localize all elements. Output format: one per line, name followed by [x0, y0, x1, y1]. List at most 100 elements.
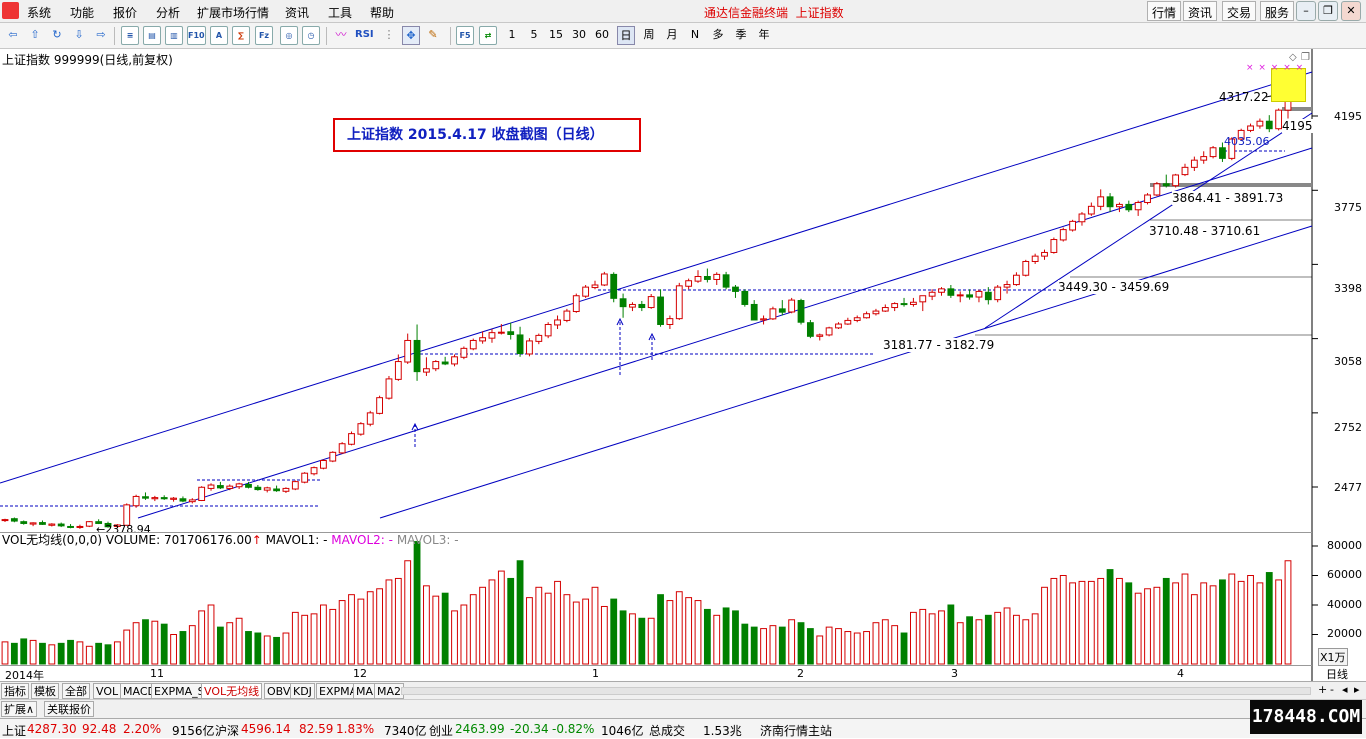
finance-icon[interactable]: A	[210, 26, 228, 45]
fund-icon[interactable]: ▤	[143, 26, 161, 45]
window-icon[interactable]: ❐	[1301, 52, 1310, 63]
rsi-button[interactable]: RSI	[355, 26, 374, 45]
volume-bar	[76, 641, 84, 665]
zoom-out-icon[interactable]: -	[1330, 683, 1334, 696]
period-60min[interactable]: 60	[593, 26, 611, 45]
volume-bar	[891, 625, 899, 665]
market-button[interactable]: 行情	[1147, 1, 1182, 21]
candle-body	[900, 303, 908, 306]
volume-bar	[750, 626, 758, 665]
candle-body	[151, 497, 159, 500]
candle-body	[610, 273, 618, 299]
stock-a-icon[interactable]: F10	[187, 26, 206, 45]
prev-stock-icon[interactable]: ⇩	[70, 26, 88, 45]
kline-chart[interactable]	[0, 49, 1366, 681]
trade-button[interactable]: 交易	[1222, 1, 1257, 21]
tab-related-quotes[interactable]: 关联报价	[44, 701, 94, 717]
tab-expma-s[interactable]: EXPMA_S	[151, 683, 208, 699]
period-week[interactable]: 周	[640, 26, 658, 45]
candle-body	[891, 303, 899, 309]
menu-help[interactable]: 帮助	[370, 4, 394, 21]
pencil-icon[interactable]: ✎	[424, 26, 442, 45]
scroll-right-icon[interactable]: ▸	[1354, 683, 1360, 696]
candle-body	[938, 288, 945, 293]
candle-body	[469, 339, 477, 350]
menu-quote[interactable]: 报价	[113, 4, 137, 21]
menu-system[interactable]: 系统	[27, 4, 51, 21]
cross-icon[interactable]: ⋮	[380, 26, 398, 45]
volume-bar	[816, 635, 824, 665]
period-month[interactable]: 月	[663, 26, 681, 45]
cy-pct: -0.82%	[552, 722, 595, 736]
volume-bar	[582, 598, 590, 665]
tab-ma2[interactable]: MA2	[374, 683, 405, 699]
volume-bar	[123, 629, 131, 665]
circle-icon[interactable]: ◎	[280, 26, 298, 45]
fz-icon[interactable]: Fz	[255, 26, 273, 45]
diamond-icon[interactable]: ◇	[1289, 52, 1297, 63]
menu-function[interactable]: 功能	[70, 4, 94, 21]
f5-button[interactable]: F5	[456, 26, 474, 45]
tab-extend[interactable]: 扩展∧	[1, 701, 38, 717]
refresh-icon[interactable]: ↻	[48, 26, 66, 45]
menu-analysis[interactable]: 分析	[156, 4, 180, 21]
move-icon[interactable]: ✥	[402, 26, 420, 45]
horizontal-scrollbar[interactable]	[401, 687, 1311, 695]
server-name[interactable]: 济南行情主站	[760, 722, 832, 739]
rsi-wave-icon[interactable]: 〰	[332, 26, 350, 45]
volume-bar	[544, 592, 552, 665]
volume-bar	[844, 631, 852, 665]
period-quarter[interactable]: 季	[732, 26, 750, 45]
tab-obv[interactable]: OBV	[264, 683, 294, 699]
menu-tools[interactable]: 工具	[328, 4, 352, 21]
candle-body	[966, 294, 973, 298]
close-icon[interactable]: ✕	[1341, 1, 1361, 21]
chart-f10-icon[interactable]: ▥	[165, 26, 183, 45]
service-button[interactable]: 服务	[1260, 1, 1295, 21]
period-1min[interactable]: 1	[503, 26, 521, 45]
label-3710: 3710.48 - 3710.61	[1149, 224, 1261, 238]
menu-info[interactable]: 资讯	[285, 4, 309, 21]
scroll-left-icon[interactable]: ◂	[1342, 683, 1348, 696]
tab-all[interactable]: 全部	[62, 683, 90, 699]
volume-bar	[451, 610, 458, 665]
candle-body	[1050, 239, 1058, 253]
period-day[interactable]: 日	[617, 26, 635, 45]
tab-kdj[interactable]: KDJ	[290, 683, 315, 699]
candle-body	[769, 308, 777, 320]
period-5min[interactable]: 5	[525, 26, 543, 45]
minimize-icon[interactable]: –	[1296, 1, 1316, 21]
period-n[interactable]: N	[686, 26, 704, 45]
tab-indicator[interactable]: 指标	[1, 683, 29, 699]
candle-body	[881, 307, 889, 312]
period-30min[interactable]: 30	[570, 26, 588, 45]
up-arrow-icon[interactable]: ⇧	[26, 26, 44, 45]
tab-template[interactable]: 模板	[31, 683, 59, 699]
menu-extended-market[interactable]: 扩展市场行情	[197, 4, 269, 21]
candle-body	[619, 298, 627, 308]
volume-bar	[273, 636, 280, 665]
period-multi[interactable]: 多	[709, 26, 727, 45]
news-button[interactable]: 资讯	[1183, 1, 1218, 21]
volume-bar	[488, 579, 496, 665]
next-stock-icon[interactable]: ⇨	[92, 26, 110, 45]
tab-ma[interactable]: MA	[353, 683, 377, 699]
volume-bar	[1087, 580, 1095, 665]
chart-area[interactable]: 上证指数 999999(日线,前复权) 上证指数 2015.4.17 收盘截图（…	[0, 49, 1366, 682]
info-icon[interactable]: ∑	[232, 26, 250, 45]
volume-bar	[85, 645, 93, 665]
volume-bar	[385, 579, 393, 665]
candle-body	[1031, 255, 1039, 262]
restore-icon[interactable]: ❐	[1318, 1, 1338, 21]
period-year[interactable]: 年	[755, 26, 773, 45]
candle-body	[1200, 156, 1208, 161]
period-15min[interactable]: 15	[547, 26, 565, 45]
list-icon[interactable]: ≡	[121, 26, 139, 45]
tab-vol-no-ma[interactable]: VOL无均线	[201, 683, 263, 699]
back-arrow-icon[interactable]: ⇦	[4, 26, 22, 45]
zoom-in-icon[interactable]: +	[1318, 683, 1327, 696]
clock-icon[interactable]: ◷	[302, 26, 320, 45]
swap-icon[interactable]: ⇄	[479, 26, 497, 45]
tab-vol[interactable]: VOL	[93, 683, 122, 699]
volume-unit[interactable]: X1万	[1318, 648, 1348, 666]
